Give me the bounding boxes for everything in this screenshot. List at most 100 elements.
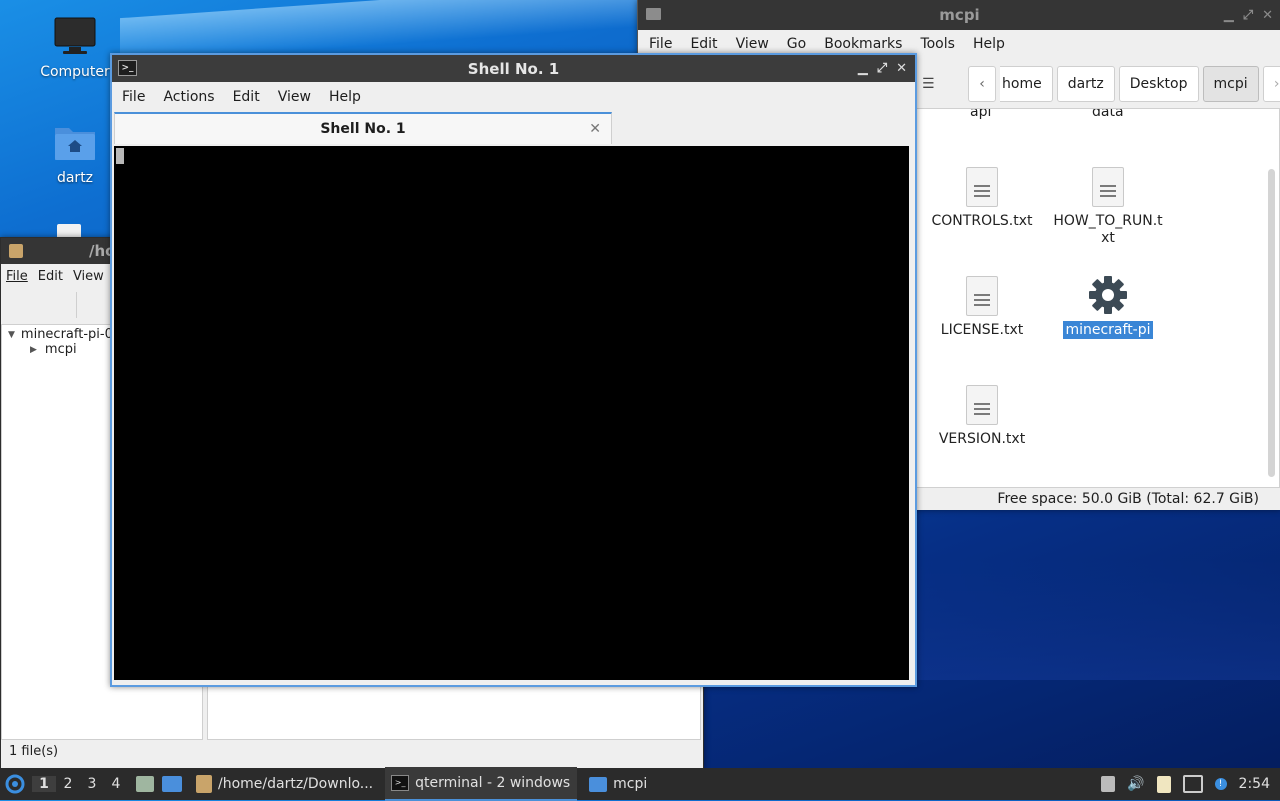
fm-menu-tools[interactable]: Tools xyxy=(911,36,964,52)
start-menu-button[interactable] xyxy=(0,769,30,799)
fm-menu-edit[interactable]: Edit xyxy=(681,36,726,52)
terminal-app-icon: >_ xyxy=(118,60,137,76)
fm-menu-bookmarks[interactable]: Bookmarks xyxy=(815,36,911,52)
file-item-how-to-run[interactable]: HOW_TO_RUN.t xt xyxy=(1043,167,1173,247)
desktop-computer-icon[interactable]: Computer xyxy=(30,16,120,80)
tab-shell-1[interactable]: Shell No. 1 ✕ xyxy=(114,112,612,144)
file-item-label-line: HOW_TO_RUN.t xyxy=(1053,213,1163,229)
quicklaunch-folder-icon[interactable] xyxy=(162,776,182,792)
list-view-icon[interactable]: ☰ xyxy=(922,76,942,92)
file-item-label[interactable]: api xyxy=(970,109,991,120)
taskbar: 1 2 3 4 /home/dartz/Downlo... >_ qtermin… xyxy=(0,767,1280,801)
terminal-menubar: File Actions Edit View Help xyxy=(112,82,915,112)
workspace-3[interactable]: 3 xyxy=(80,776,104,792)
notification-icon[interactable]: ! xyxy=(1214,778,1227,790)
desktop-icon-label: Computer xyxy=(40,64,110,80)
maximize-icon[interactable]: ⤢ xyxy=(877,61,887,76)
clipboard-icon[interactable] xyxy=(1156,775,1171,793)
file-item-label: HOW_TO_RUN.t xt xyxy=(1043,213,1173,247)
breadcrumb-item-mcpi[interactable]: mcpi xyxy=(1202,66,1259,102)
terminal-window: >_ Shell No. 1 ▁ ⤢ ✕ File Actions Edit V… xyxy=(110,53,917,687)
archive-icon xyxy=(196,775,212,793)
breadcrumb-item-home[interactable]: home xyxy=(1000,66,1053,102)
tray-updates-icon[interactable] xyxy=(1101,776,1116,792)
archive-app-icon xyxy=(9,244,23,258)
breadcrumb: ☰ ‹ home dartz Desktop mcpi › xyxy=(922,66,1280,102)
desktop-partial-icon xyxy=(57,224,81,238)
selected-file-label: minecraft-pi xyxy=(1063,321,1153,339)
text-file-icon xyxy=(966,167,998,207)
desktop-home-folder-icon[interactable]: dartz xyxy=(30,122,120,186)
task-mcpi[interactable]: mcpi xyxy=(583,768,653,800)
text-file-icon xyxy=(966,385,998,425)
fm-titlebar[interactable]: mcpi ▁ ⤢ ✕ xyxy=(638,0,1280,30)
monitor-icon xyxy=(54,17,96,54)
terminal-icon: >_ xyxy=(391,775,410,791)
terminal-menu-file[interactable]: File xyxy=(112,89,154,105)
desktop-icon-label: dartz xyxy=(56,170,94,186)
fm-menu-file[interactable]: File xyxy=(638,36,681,52)
gear-icon xyxy=(1089,276,1127,314)
terminal-screen[interactable] xyxy=(114,146,909,680)
file-item-label: LICENSE.txt xyxy=(940,322,1024,338)
close-icon[interactable]: ✕ xyxy=(896,61,907,76)
file-item-version[interactable]: VERSION.txt xyxy=(917,385,1047,447)
archive-menu-view[interactable]: View xyxy=(68,269,109,284)
archive-menu-file[interactable]: File xyxy=(1,269,33,284)
workspace-1[interactable]: 1 xyxy=(32,776,56,792)
file-item-label[interactable]: data xyxy=(1092,109,1124,120)
terminal-menu-actions[interactable]: Actions xyxy=(154,89,223,105)
close-icon[interactable]: ✕ xyxy=(1262,8,1273,23)
task-qterminal[interactable]: >_ qterminal - 2 windows xyxy=(385,767,578,801)
workspace-switcher: 1 2 3 4 xyxy=(32,776,128,792)
text-file-icon xyxy=(966,276,998,316)
terminal-titlebar[interactable]: >_ Shell No. 1 ▁ ⤢ ✕ xyxy=(112,55,915,82)
tab-close-icon[interactable]: ✕ xyxy=(589,121,601,137)
file-item-controls[interactable]: CONTROLS.txt xyxy=(917,167,1047,229)
fm-status-bar: Free space: 50.0 GiB (Total: 62.7 GiB) xyxy=(997,491,1259,507)
task-archive-window[interactable]: /home/dartz/Downlo... xyxy=(190,768,379,800)
fm-menu-go[interactable]: Go xyxy=(778,36,815,52)
archive-status-bar: 1 file(s) xyxy=(9,744,59,759)
terminal-tab-bar: Shell No. 1 ✕ xyxy=(112,112,915,144)
archive-menu-edit[interactable]: Edit xyxy=(33,269,68,284)
minimize-icon[interactable]: ▁ xyxy=(858,61,868,76)
fm-menu-help[interactable]: Help xyxy=(964,36,1014,52)
breadcrumb-back-button[interactable]: ‹ xyxy=(968,66,996,102)
chevron-down-icon[interactable]: ▼ xyxy=(8,330,15,340)
terminal-cursor xyxy=(116,148,124,164)
terminal-menu-help[interactable]: Help xyxy=(320,89,370,105)
home-folder-icon xyxy=(55,128,95,160)
fm-file-view: api data CONTROLS.txt HOW_TO_RUN.t xt LI… xyxy=(916,108,1280,488)
volume-icon[interactable]: 🔊 xyxy=(1127,776,1144,792)
breadcrumb-item-desktop[interactable]: Desktop xyxy=(1118,66,1199,102)
chevron-right-icon[interactable]: ▶ xyxy=(30,345,37,355)
minimize-icon[interactable]: ▁ xyxy=(1224,8,1234,23)
tree-item-label: minecraft-pi-0 xyxy=(20,327,113,342)
clock[interactable]: 2:54 xyxy=(1239,776,1270,792)
tab-label: Shell No. 1 xyxy=(320,121,406,137)
file-item-license[interactable]: LICENSE.txt xyxy=(917,276,1047,338)
folder-icon xyxy=(646,8,661,20)
breadcrumb-forward-button[interactable]: › xyxy=(1262,66,1280,102)
fm-window-title: mcpi xyxy=(939,6,980,24)
tree-item-label: mcpi xyxy=(44,342,77,357)
text-file-icon xyxy=(1092,167,1124,207)
system-tray: 🔊 ! 2:54 xyxy=(1101,775,1280,793)
fm-menu-view[interactable]: View xyxy=(727,36,778,52)
task-label: qterminal - 2 windows xyxy=(415,775,571,791)
fm-scrollbar[interactable] xyxy=(1268,169,1275,477)
terminal-menu-view[interactable]: View xyxy=(269,89,320,105)
network-icon[interactable] xyxy=(1182,775,1203,793)
maximize-icon[interactable]: ⤢ xyxy=(1243,8,1253,23)
terminal-window-buttons: ▁ ⤢ ✕ xyxy=(858,55,907,82)
workspace-4[interactable]: 4 xyxy=(104,776,128,792)
terminal-menu-edit[interactable]: Edit xyxy=(224,89,269,105)
file-item-label: CONTROLS.txt xyxy=(931,213,1033,229)
breadcrumb-item-dartz[interactable]: dartz xyxy=(1056,66,1115,102)
quicklaunch-file-manager-icon[interactable] xyxy=(136,776,154,792)
workspace-2[interactable]: 2 xyxy=(56,776,80,792)
app-menu-icon xyxy=(5,774,25,794)
fm-window-buttons: ▁ ⤢ ✕ xyxy=(1224,0,1273,30)
file-item-minecraft-pi[interactable]: minecraft-pi xyxy=(1043,274,1173,339)
